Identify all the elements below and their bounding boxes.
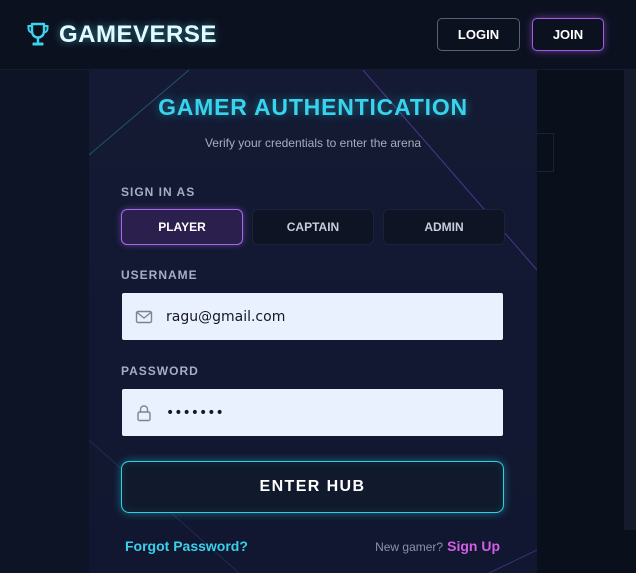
password-field[interactable] <box>122 389 503 436</box>
join-button[interactable]: JOIN <box>532 18 604 51</box>
role-captain-button[interactable]: CAPTAIN <box>252 209 374 245</box>
brand-logo[interactable]: GAMEVERSE <box>26 21 217 49</box>
enter-hub-button[interactable]: ENTER HUB <box>121 461 504 513</box>
role-label: SIGN IN AS <box>121 185 196 199</box>
auth-card: GAMER AUTHENTICATION Verify your credent… <box>89 70 537 573</box>
role-selector: PLAYER CAPTAIN ADMIN <box>121 209 505 245</box>
lock-icon <box>137 404 151 421</box>
username-label: USERNAME <box>121 268 198 282</box>
background-left-panel <box>0 70 89 573</box>
signup-row: New gamer? Sign Up <box>375 538 500 554</box>
card-subtitle: Verify your credentials to enter the are… <box>204 136 422 150</box>
background-right-edge <box>624 70 636 530</box>
trophy-icon <box>27 22 49 45</box>
role-player-button[interactable]: PLAYER <box>121 209 243 245</box>
password-label: PASSWORD <box>121 364 199 378</box>
brand-name: GAMEVERSE <box>59 20 217 48</box>
username-input[interactable] <box>166 308 486 325</box>
forgot-password-link[interactable]: Forgot Password? <box>125 538 248 554</box>
username-field[interactable] <box>122 293 503 340</box>
card-title: GAMER AUTHENTICATION <box>158 94 468 120</box>
login-button[interactable]: LOGIN <box>437 18 520 51</box>
top-nav-bar: GAMEVERSE LOGIN JOIN <box>0 0 636 70</box>
role-admin-button[interactable]: ADMIN <box>383 209 505 245</box>
mail-icon <box>135 310 153 323</box>
signup-prompt: New gamer? <box>375 540 444 554</box>
password-input[interactable] <box>166 404 486 421</box>
header-actions: LOGIN JOIN <box>437 18 604 51</box>
signup-link[interactable]: Sign Up <box>447 538 500 554</box>
background-right-box <box>537 133 554 172</box>
